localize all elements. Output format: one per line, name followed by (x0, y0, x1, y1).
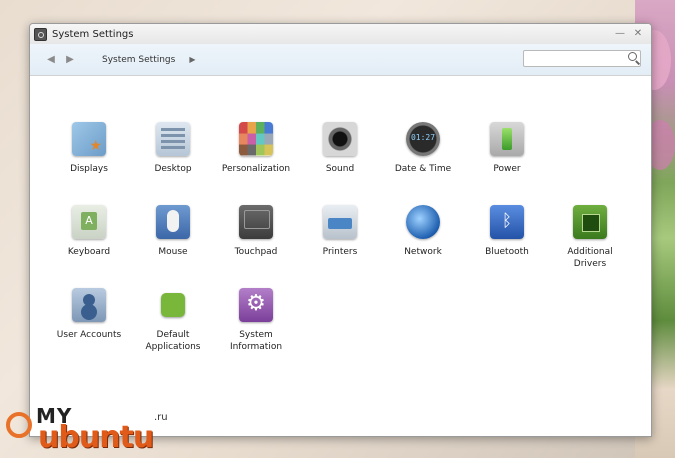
settings-item-printers[interactable]: Printers (298, 205, 382, 258)
breadcrumb-arrow-icon[interactable]: ▶ (189, 55, 195, 64)
watermark-ubuntu: ubuntu (38, 420, 154, 455)
date-time-icon (406, 122, 440, 156)
desktop-icon (156, 122, 190, 156)
minimize-button[interactable]: — (614, 27, 626, 40)
settings-item-label: Personalization (221, 164, 291, 174)
settings-item-sound[interactable]: Sound (298, 122, 382, 175)
user-accounts-icon (72, 288, 106, 322)
back-button[interactable]: ◀ (43, 52, 59, 68)
settings-item-personalization[interactable]: Personalization (214, 122, 298, 175)
settings-item-label: Printers (322, 247, 358, 257)
forward-button[interactable]: ▶ (62, 52, 78, 68)
settings-item-label: Bluetooth (485, 247, 529, 257)
settings-item-displays[interactable]: Displays (47, 122, 131, 175)
settings-item-system-information[interactable]: System Information (214, 288, 298, 353)
ubuntu-logo-icon (6, 412, 32, 438)
settings-item-power[interactable]: Power (465, 122, 549, 175)
settings-item-label: Default Applications (145, 330, 201, 352)
settings-item-keyboard[interactable]: Keyboard (47, 205, 131, 258)
window-title: System Settings (52, 28, 134, 40)
touchpad-icon (239, 205, 273, 239)
settings-item-default-applications[interactable]: Default Applications (131, 288, 215, 353)
settings-item-label: Date & Time (394, 164, 452, 174)
search-icon[interactable] (628, 52, 637, 61)
search-input[interactable] (524, 56, 628, 72)
settings-item-label: Mouse (158, 247, 188, 257)
settings-item-bluetooth[interactable]: Bluetooth (465, 205, 549, 258)
settings-item-label: Displays (70, 164, 108, 174)
settings-item-label: System Information (229, 330, 283, 352)
close-button[interactable]: ✕ (632, 27, 644, 40)
mouse-icon (156, 205, 190, 239)
breadcrumb-system-settings[interactable]: System Settings (102, 55, 175, 65)
settings-item-touchpad[interactable]: Touchpad (214, 205, 298, 258)
system-settings-window: System Settings — ✕ ◀ ▶ System Settings … (29, 23, 652, 437)
search-box[interactable] (523, 50, 641, 72)
printers-icon (323, 205, 357, 239)
settings-item-label: Power (493, 164, 521, 174)
settings-item-label: Additional Drivers (567, 247, 613, 269)
settings-item-additional-drivers[interactable]: Additional Drivers (548, 205, 632, 270)
settings-item-label: Network (404, 247, 442, 257)
settings-item-date-time[interactable]: Date & Time (381, 122, 465, 175)
settings-item-label: Desktop (154, 164, 192, 174)
additional-drivers-icon (573, 205, 607, 239)
settings-item-label: Touchpad (234, 247, 278, 257)
toolbar: ◀ ▶ System Settings ▶ (30, 44, 651, 76)
displays-icon (72, 122, 106, 156)
watermark-tld: .ru (154, 412, 168, 423)
default-applications-icon (156, 288, 190, 322)
personalization-icon (239, 122, 273, 156)
settings-grid: Displays Desktop Personalization Sound D… (30, 76, 651, 436)
settings-item-desktop[interactable]: Desktop (131, 122, 215, 175)
settings-item-label: Keyboard (67, 247, 111, 257)
bluetooth-icon (490, 205, 524, 239)
settings-item-label: Sound (325, 164, 355, 174)
keyboard-icon (72, 205, 106, 239)
network-icon (406, 205, 440, 239)
myubuntu-watermark-logo: MY .ru ubuntu (6, 404, 186, 456)
settings-item-mouse[interactable]: Mouse (131, 205, 215, 258)
title-bar[interactable]: System Settings — ✕ (30, 24, 651, 44)
power-icon (490, 122, 524, 156)
app-icon (34, 27, 47, 41)
settings-item-user-accounts[interactable]: User Accounts (47, 288, 131, 341)
settings-item-label: User Accounts (56, 330, 122, 340)
sound-icon (323, 122, 357, 156)
settings-item-network[interactable]: Network (381, 205, 465, 258)
system-information-icon (239, 288, 273, 322)
